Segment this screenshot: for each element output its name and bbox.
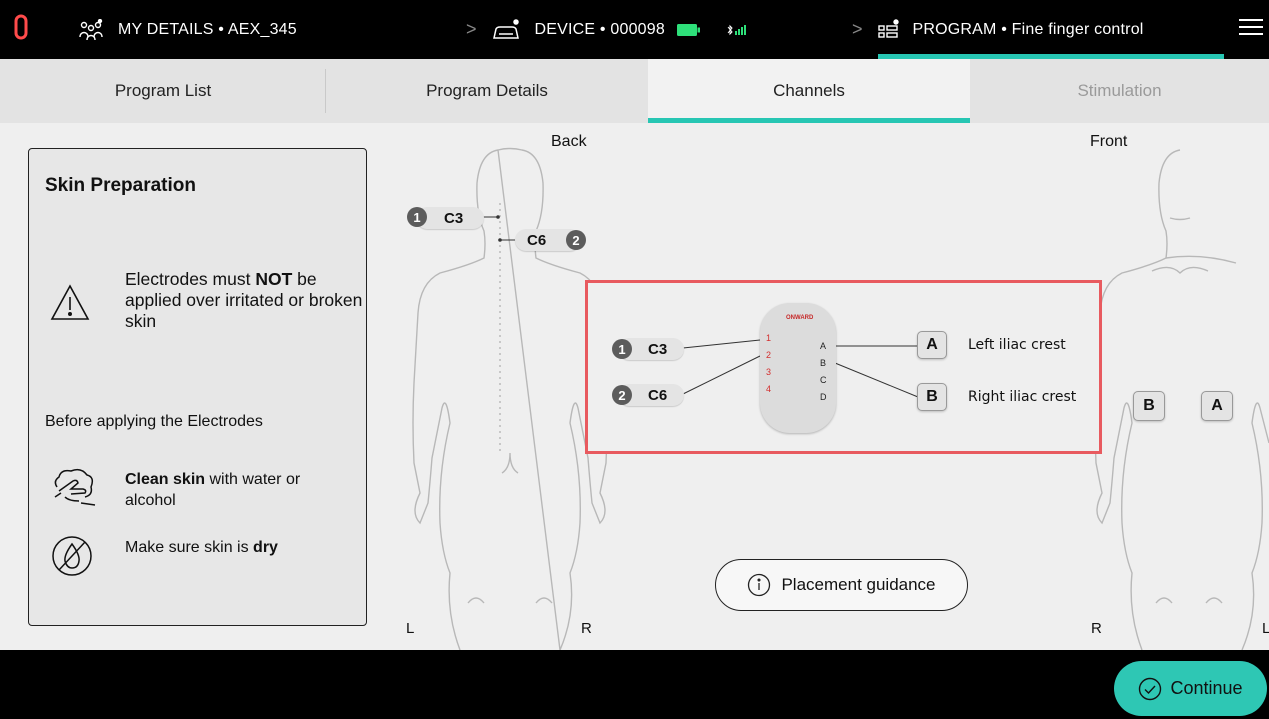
chevron-right-icon: > <box>852 19 863 39</box>
output-a-location: Left iliac crest <box>968 337 1066 353</box>
dry-skin-text: Make sure skin is dry <box>125 539 278 556</box>
front-electrode-a: A <box>1201 391 1233 421</box>
program-label: PROGRAM • Fine finger control <box>912 20 1144 38</box>
device-pin-letter: D <box>820 392 827 402</box>
bluetooth-signal-icon <box>727 24 749 36</box>
tab-label: Channels <box>773 81 845 100</box>
placement-guidance-button[interactable]: Placement guidance <box>715 559 968 611</box>
input-label: C3 <box>648 340 668 358</box>
device-breadcrumb[interactable]: > DEVICE • 000098 <box>466 0 749 59</box>
electrode-number-badge: 1 <box>407 207 427 227</box>
front-electrode-b: B <box>1133 391 1165 421</box>
my-details-label: MY DETAILS • AEX_345 <box>118 20 297 38</box>
input-label: C6 <box>648 386 668 404</box>
tab-channels[interactable]: Channels <box>648 59 970 123</box>
connection-lines <box>682 339 919 398</box>
device-pin-letter: B <box>820 358 827 368</box>
electrode-label: C3 <box>444 209 464 227</box>
stimulator-device: ONWARD 1 2 3 4 A B C D <box>760 303 836 433</box>
input-number-badge: 1 <box>612 339 632 359</box>
before-applying-label: Before applying the Electrodes <box>45 413 263 430</box>
info-icon <box>747 573 771 597</box>
tab-stimulation[interactable]: Stimulation <box>970 59 1269 123</box>
tab-bar: Program List Program Details Channels St… <box>0 59 1269 123</box>
device-pin-number: 2 <box>766 350 772 360</box>
placement-guidance-label: Placement guidance <box>781 575 936 594</box>
front-right-side-label: R <box>1091 620 1102 637</box>
top-bar: MY DETAILS • AEX_345 > DEVICE • 000098 > <box>0 0 1269 59</box>
front-body-outline <box>1094 149 1269 650</box>
device-pin-number: 3 <box>766 367 772 377</box>
tab-program-list[interactable]: Program List <box>0 59 326 123</box>
bottom-bar <box>0 650 1269 719</box>
output-b-box: B <box>917 383 947 411</box>
electrode-number-badge: 2 <box>566 230 586 250</box>
tab-label: Program List <box>114 81 212 100</box>
connection-diagram: C3 1 C6 2 ONWARD 1 2 3 4 A B C D A Left … <box>585 280 1102 454</box>
device-pin-number: 4 <box>766 384 772 394</box>
warning-text: Electrodes must NOT be applied over irri… <box>125 269 363 331</box>
device-pin-number: 1 <box>766 333 772 343</box>
back-right-side-label: R <box>581 620 592 637</box>
skin-preparation-card: Skin Preparation Electrodes must NOT be … <box>28 148 367 626</box>
continue-label: Continue <box>1170 678 1243 698</box>
output-b-location: Right iliac crest <box>968 389 1077 405</box>
check-circle-icon <box>1138 677 1162 701</box>
my-details-breadcrumb[interactable]: MY DETAILS • AEX_345 <box>78 0 297 59</box>
front-left-side-label: L <box>1262 620 1269 637</box>
people-icon <box>78 18 104 41</box>
device-label: DEVICE • 000098 <box>534 20 665 38</box>
output-a-box: A <box>917 331 947 359</box>
hamburger-menu-icon[interactable] <box>1239 19 1263 37</box>
device-brand: ONWARD <box>786 315 814 321</box>
app-logo-icon <box>14 14 28 40</box>
back-view-label: Back <box>551 133 587 150</box>
no-water-icon <box>51 535 93 582</box>
front-view-label: Front <box>1090 133 1128 150</box>
tab-label: Stimulation <box>1077 81 1162 100</box>
device-icon <box>491 18 521 41</box>
input-number-badge: 2 <box>612 385 632 405</box>
device-pin-letter: A <box>820 341 827 351</box>
electrode-label: C6 <box>527 231 547 249</box>
back-left-side-label: L <box>406 620 415 637</box>
battery-icon <box>676 23 701 37</box>
clean-skin-text: Clean skin with water or alcohol <box>125 471 301 509</box>
tab-label: Program Details <box>426 81 548 100</box>
tab-program-details[interactable]: Program Details <box>326 59 648 123</box>
skin-preparation-title: Skin Preparation <box>45 175 196 196</box>
warning-triangle-icon <box>49 283 91 328</box>
washing-hand-icon <box>51 467 97 512</box>
chevron-right-icon: > <box>466 19 477 39</box>
device-pin-letter: C <box>820 375 827 385</box>
continue-button[interactable]: Continue <box>1114 661 1267 716</box>
program-breadcrumb[interactable]: > PROGRAM • Fine finger control <box>852 0 1144 59</box>
program-list-icon <box>877 18 899 41</box>
